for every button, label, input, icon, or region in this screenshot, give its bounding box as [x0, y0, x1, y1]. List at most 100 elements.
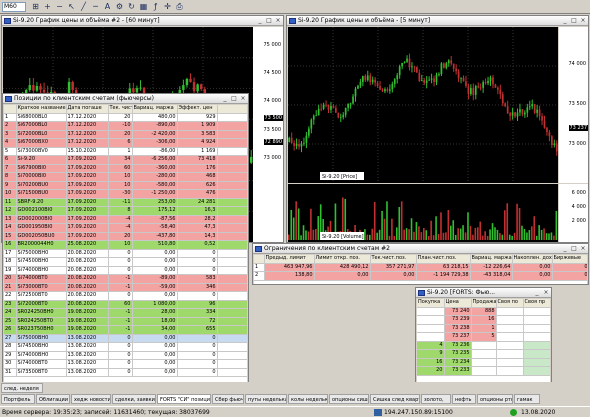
position-row[interactable]: 6 Si-9.20 17.09.2020 34 -6 256,00 73 418: [4, 155, 247, 165]
cursor-icon[interactable]: ↖: [66, 2, 77, 12]
positions-window-titlebar[interactable]: Позиции по клиентским счетам (фьючерсы) …: [3, 94, 248, 104]
orderbook-window[interactable]: Si-9.20 [FORTS: Фью... _ × Покупка Цена …: [415, 287, 552, 390]
limits-window[interactable]: Ограничения по клиентским счетам #2 _ □ …: [252, 243, 589, 285]
limits-window-titlebar[interactable]: Ограничения по клиентским счетам #2 _ □ …: [253, 244, 588, 254]
minimize-icon[interactable]: _: [561, 17, 569, 25]
minimize-icon[interactable]: _: [221, 95, 229, 103]
workspace-tab[interactable]: Сбер фьючи: [212, 394, 244, 404]
workspace-tab[interactable]: опционы сишка: [329, 394, 369, 404]
col-header[interactable]: Накоплен. доход: [512, 255, 553, 264]
position-row[interactable]: 26 SR023750BH0 19.08.2020 -1 34,00 655: [4, 325, 247, 335]
col-header-extra[interactable]: [217, 105, 247, 114]
hline-tool-icon[interactable]: ─: [90, 2, 101, 12]
refresh-icon[interactable]: ↻: [126, 2, 137, 12]
minimize-icon[interactable]: _: [256, 17, 264, 25]
orderbook-window-titlebar[interactable]: Si-9.20 [FORTS: Фью... _ ×: [416, 288, 551, 298]
position-row[interactable]: 14 GD001950BI0 17.09.2020 -4 -58,40 47,3: [4, 223, 247, 233]
col-header[interactable]: План.чист.поз.: [416, 255, 471, 264]
col-header-index[interactable]: [254, 255, 265, 264]
print-icon[interactable]: ⎙: [174, 2, 185, 12]
col-header[interactable]: Тек. чист.: [108, 105, 133, 114]
orderbook-row[interactable]: 73 239 16: [417, 315, 550, 325]
chart-window-5min[interactable]: Si-9.20 График цены и объёма - [5 минут]…: [286, 15, 589, 243]
position-row[interactable]: 13 GD002000BI0 17.09.2020 -4 -87,56 28,2: [4, 215, 247, 224]
orderbook-row[interactable]: 73 237 5: [417, 332, 550, 342]
position-row[interactable]: 22 Si72500BT0 20.08.2020 0 0,00 0: [4, 291, 247, 301]
orderbook-row[interactable]: 20 73 233: [417, 366, 550, 376]
workspace-tab[interactable]: путы неделька: [245, 394, 287, 404]
chart-window-60min-titlebar[interactable]: Si-9.20 График цены и объёма #2 - [60 ми…: [2, 16, 283, 26]
col-header[interactable]: Вариац. маржа: [470, 255, 513, 264]
zoom-in-icon[interactable]: +: [42, 2, 53, 12]
position-row[interactable]: 28 Si74500BH0 13.08.2020 0 0,00 0: [4, 342, 247, 352]
position-row[interactable]: 15 GD002050BU0 17.09.2020 20 -437,80 14,3: [4, 232, 247, 241]
col-header[interactable]: Эффект. цен: [177, 105, 218, 114]
position-row[interactable]: 1 Si68000BL0 17.12.2020 20 480,00 929: [4, 113, 247, 122]
col-header[interactable]: Предыд. лимит: [264, 255, 315, 264]
col-header[interactable]: Дата погаше: [66, 105, 109, 114]
workspace-tab[interactable]: колы неделька: [288, 394, 328, 404]
position-row[interactable]: 4 Si67000BX0 17.12.2020 6 -306,00 4 924: [4, 138, 247, 148]
chart-type-icon[interactable]: ⊞: [30, 2, 41, 12]
minimize-icon[interactable]: _: [533, 289, 541, 297]
position-row[interactable]: 30 Si74000BT0 13.08.2020 0 0,00 0: [4, 359, 247, 369]
minimize-icon[interactable]: _: [561, 245, 569, 253]
limit-row[interactable]: 1 463 947,96 428 490,12 357 271,97 63 218,15…: [254, 263, 587, 272]
orderbook-row[interactable]: 73 238 1: [417, 324, 550, 333]
maximize-icon[interactable]: □: [570, 17, 578, 25]
position-row[interactable]: 3 Si72000BL0 17.12.2020 20 -2 420,00 3 583: [4, 130, 247, 139]
orderbook-row[interactable]: 16 73 234: [417, 358, 550, 367]
workspace-tab[interactable]: Портфель: [1, 394, 35, 404]
position-row[interactable]: 7 Si67900BI0 17.09.2020 60 -360,00 176: [4, 164, 247, 173]
position-row[interactable]: 29 Si74000BH0 13.08.2020 0 0,00 0: [4, 351, 247, 360]
close-icon[interactable]: ×: [239, 95, 247, 103]
workspace-tab[interactable]: гамак: [514, 394, 540, 404]
position-row[interactable]: 12 GD002100BI0 17.09.2020 8 175,12 16,3: [4, 206, 247, 216]
col-header[interactable]: Тек.чист.поз.: [370, 255, 417, 264]
workspace-tab[interactable]: нефть: [452, 394, 476, 404]
orderbook-row[interactable]: 73 240 888: [417, 307, 550, 316]
settings-icon[interactable]: ⚙: [114, 2, 125, 12]
tab-next-week[interactable]: след. неделя: [1, 383, 43, 393]
workspace-tab[interactable]: Сишка след квартал: [370, 394, 420, 404]
position-row[interactable]: 11 SBRF-9.20 17.09.2020 -11 253,00 24 281: [4, 198, 247, 207]
maximize-icon[interactable]: □: [230, 95, 238, 103]
zoom-out-icon[interactable]: −: [54, 2, 65, 12]
close-icon[interactable]: ×: [579, 17, 587, 25]
position-row[interactable]: 25 SR024250BT0 19.08.2020 -1 18,00 72: [4, 317, 247, 326]
maximize-icon[interactable]: □: [265, 17, 273, 25]
col-header[interactable]: Покупка: [417, 299, 445, 308]
orderbook-row[interactable]: 4 73 236: [417, 341, 550, 350]
position-row[interactable]: 21 Si73000BT0 20.08.2020 -1 -59,00 346: [4, 283, 247, 292]
workspace-tab[interactable]: хедж новости: [71, 394, 111, 404]
position-row[interactable]: 27 Si75000BH0 13.08.2020 0 0,00 0: [4, 334, 247, 343]
position-row[interactable]: 9 Si70200BU0 17.09.2020 10 -580,00 626: [4, 181, 247, 190]
orderbook-row[interactable]: 9 73 235: [417, 349, 550, 359]
col-header[interactable]: Своя по: [496, 299, 524, 308]
position-row[interactable]: 19 Si74000BH0 20.08.2020 0 0,00 0: [4, 266, 247, 275]
position-row[interactable]: 10 Si71500BU0 17.09.2020 -30 -1 250,00 476: [4, 189, 247, 199]
col-header[interactable]: Цена: [444, 299, 472, 308]
position-row[interactable]: 2 Si67000BL0 17.12.2020 -10 -890,00 1 909: [4, 121, 247, 131]
position-row[interactable]: 16 BR2000044H0 25.08.2020 10 510,80 0,52: [4, 240, 247, 250]
positions-window[interactable]: Позиции по клиентским счетам (фьючерсы) …: [2, 93, 249, 393]
workspace-tab[interactable]: золото,: [421, 394, 451, 404]
col-header[interactable]: Вариац. маржа: [132, 105, 178, 114]
position-row[interactable]: 23 Si72000BT0 20.08.2020 60 1 080,00 96: [4, 300, 247, 309]
col-header[interactable]: Краткое название: [16, 105, 67, 114]
col-header[interactable]: Продажа: [471, 299, 497, 308]
grid-icon[interactable]: ▦: [138, 2, 149, 12]
maximize-icon[interactable]: □: [570, 245, 578, 253]
limit-row[interactable]: 2 138,80 0,00 0,00 -1 194 729,38 -43 318,04 0,…: [254, 271, 587, 281]
position-row[interactable]: 31 Si73500BT0 13.08.2020 0 0,00 0: [4, 368, 247, 377]
position-row[interactable]: 17 Si75000BH0 20.08.2020 0 0,00 0: [4, 249, 247, 258]
indicator-icon[interactable]: ƒ: [150, 2, 161, 12]
workspace-tab[interactable]: сделки, заявки: [112, 394, 156, 404]
col-header[interactable]: Биржевые: [552, 255, 587, 264]
workspace-tab[interactable]: опционы ртс: [477, 394, 513, 404]
price-chart-5min[interactable]: Si-9.20 [Price]: [288, 27, 558, 183]
volume-chart-5min[interactable]: Si-9.20 [Volume]: [288, 184, 558, 242]
col-header[interactable]: Лимит откр. поз.: [314, 255, 371, 264]
col-header-index[interactable]: [4, 105, 17, 114]
close-icon[interactable]: ×: [579, 245, 587, 253]
